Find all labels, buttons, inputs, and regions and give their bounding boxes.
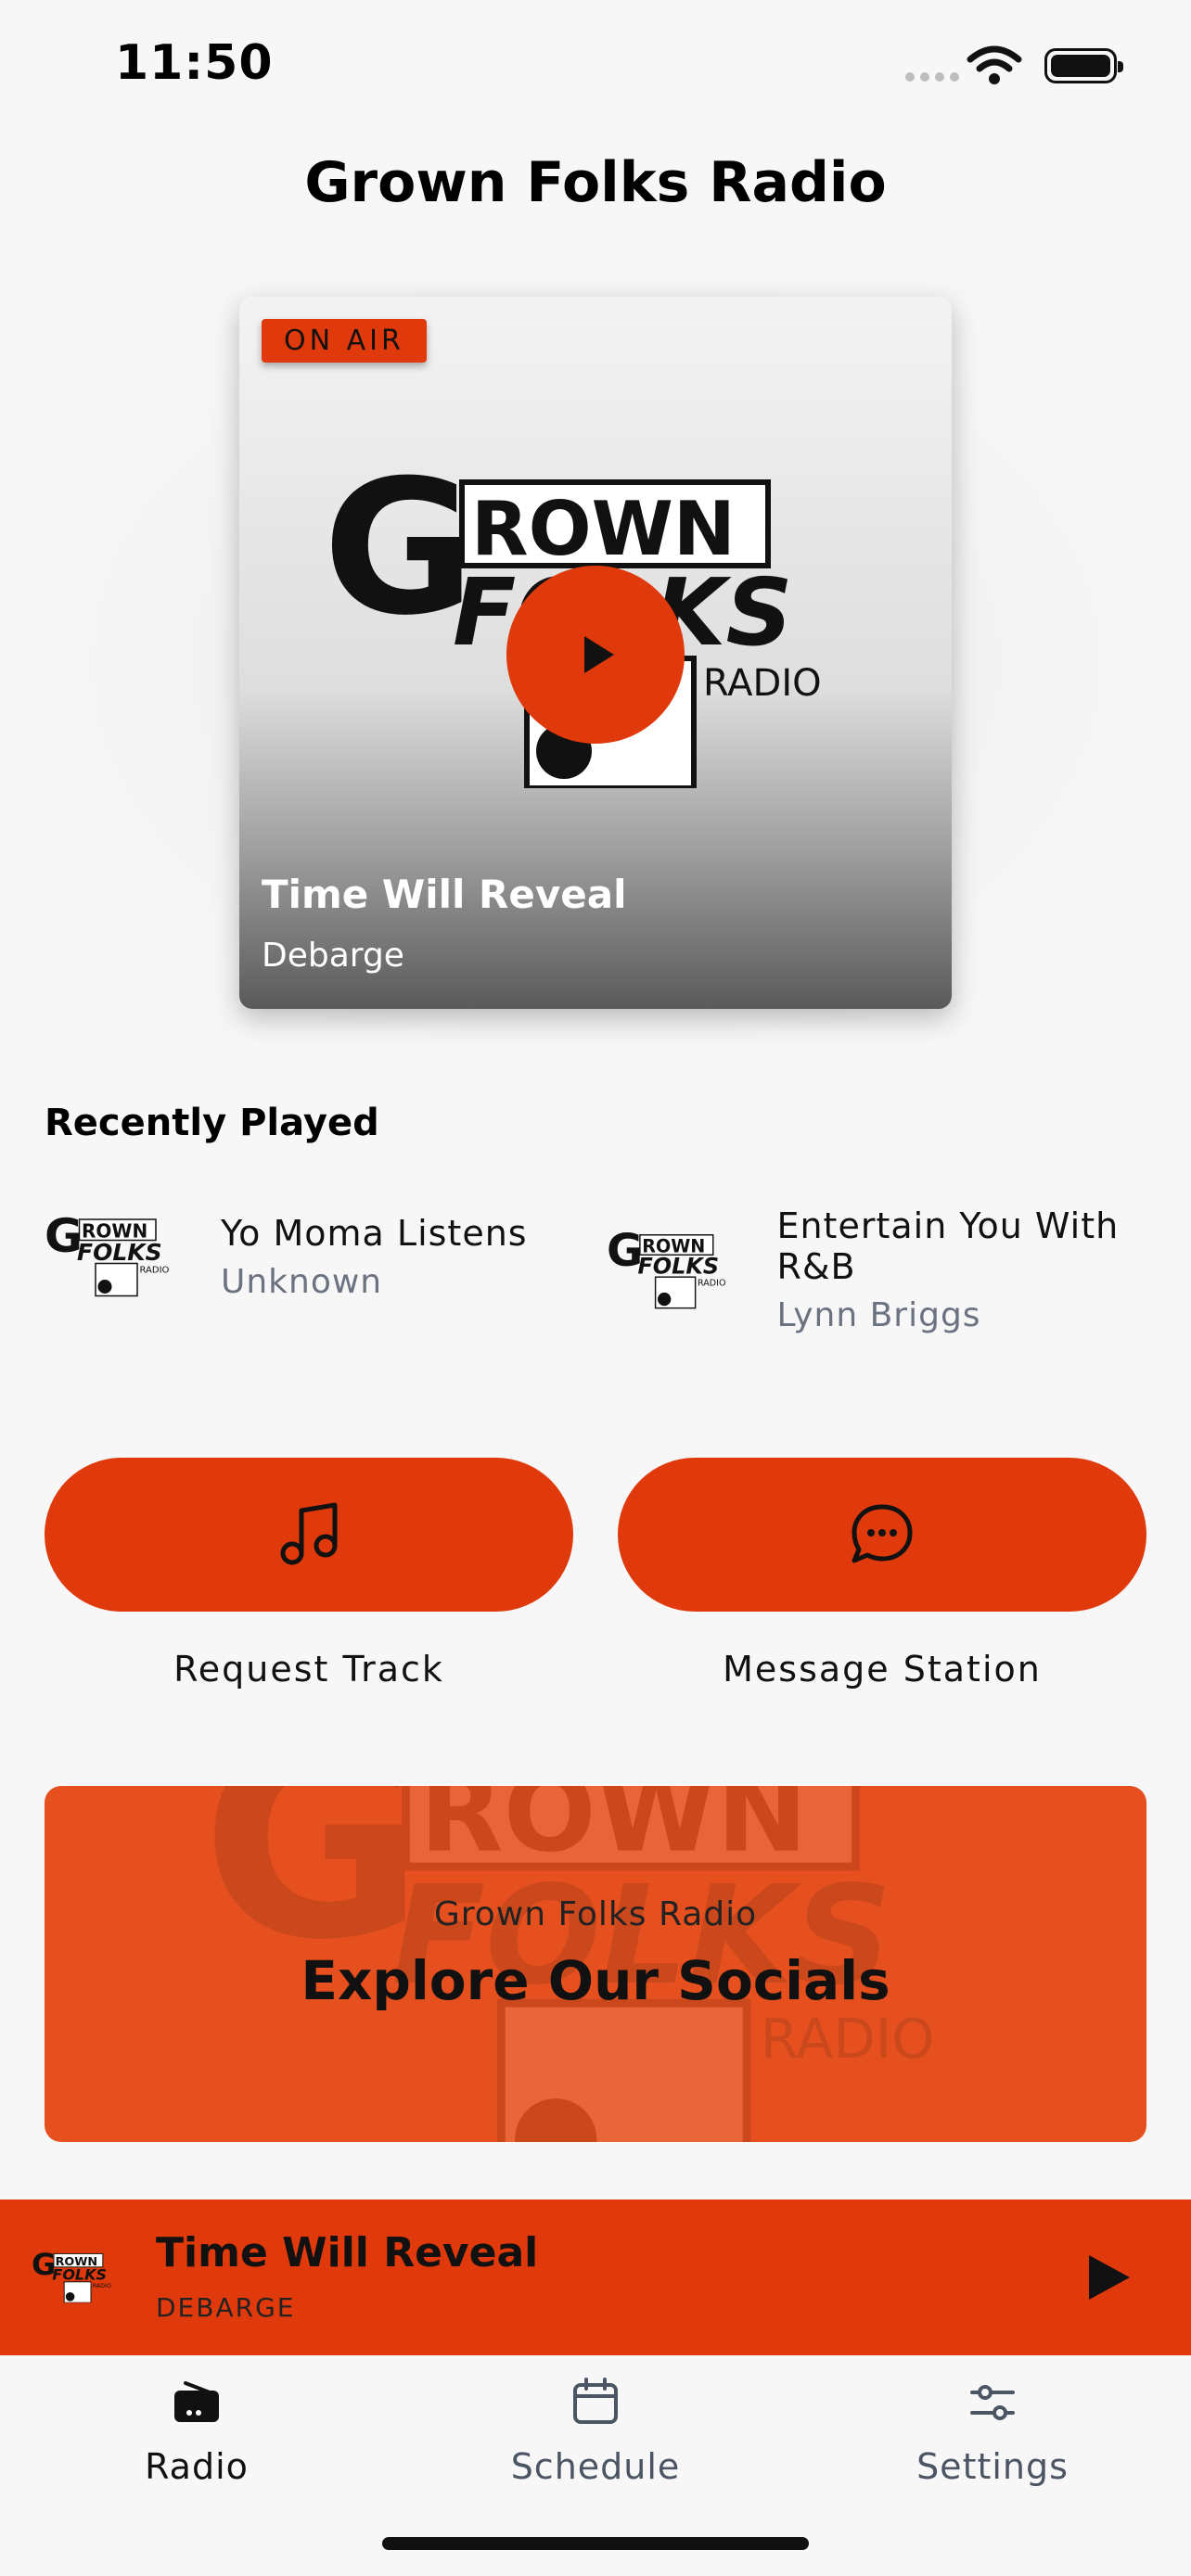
chat-bubble-icon — [852, 1504, 913, 1563]
recent-track-artist: Unknown — [221, 1262, 383, 1301]
recent-track-item[interactable]: Yo Moma Listens Unknown — [45, 1205, 528, 1307]
status-bar: 11:50 — [0, 0, 1191, 130]
play-icon — [584, 636, 614, 673]
request-track-button[interactable] — [45, 1458, 573, 1612]
recent-track-item[interactable]: Entertain You With R&B Lynn Briggs — [607, 1205, 1191, 1334]
now-playing-card[interactable]: ON AIR Time Will Reveal Debarge — [239, 297, 952, 1009]
track-artwork-icon — [45, 1205, 184, 1307]
mini-player-artwork-icon — [32, 2238, 121, 2316]
music-note-icon — [280, 1502, 338, 1565]
tab-settings[interactable]: Settings — [853, 2374, 1132, 2487]
recent-track-title: Yo Moma Listens — [221, 1212, 528, 1254]
page-title: Grown Folks Radio — [304, 150, 887, 215]
home-indicator[interactable] — [382, 2537, 809, 2550]
explore-socials-banner[interactable]: Grown Folks Radio Explore Our Socials — [45, 1786, 1146, 2142]
recently-played-heading: Recently Played — [45, 1102, 379, 1144]
wifi-icon — [967, 45, 1022, 84]
calendar-icon — [573, 2378, 618, 2424]
socials-title: Explore Our Socials — [301, 1949, 890, 2012]
now-playing-artist: Debarge — [262, 937, 404, 975]
mini-player[interactable]: Time Will Reveal DEBARGE — [0, 2200, 1191, 2355]
radio-icon — [174, 2381, 219, 2422]
recent-track-title: Entertain You With R&B — [776, 1205, 1120, 1287]
sliders-icon — [970, 2385, 1015, 2420]
mini-play-button[interactable] — [1076, 2248, 1135, 2307]
status-time: 11:50 — [115, 35, 274, 91]
tab-radio[interactable]: Radio — [58, 2374, 336, 2487]
tab-schedule[interactable]: Schedule — [456, 2374, 735, 2487]
mini-player-artist: DEBARGE — [156, 2292, 296, 2323]
play-button[interactable] — [506, 566, 685, 744]
battery-icon — [1044, 48, 1123, 83]
now-playing-title: Time Will Reveal — [262, 872, 627, 917]
tab-radio-label: Radio — [145, 2446, 249, 2487]
message-station-button[interactable] — [618, 1458, 1146, 1612]
cellular-signal-icon — [905, 72, 959, 82]
socials-subtitle: Grown Folks Radio — [433, 1895, 758, 1933]
recent-track-artist: Lynn Briggs — [776, 1296, 981, 1334]
message-station-label: Message Station — [723, 1649, 1042, 1690]
track-artwork-icon — [607, 1219, 739, 1321]
tab-schedule-label: Schedule — [510, 2446, 681, 2487]
tab-settings-label: Settings — [916, 2446, 1069, 2487]
request-track-label: Request Track — [173, 1649, 444, 1690]
mini-player-title: Time Will Reveal — [156, 2229, 539, 2276]
on-air-badge: ON AIR — [262, 319, 427, 363]
